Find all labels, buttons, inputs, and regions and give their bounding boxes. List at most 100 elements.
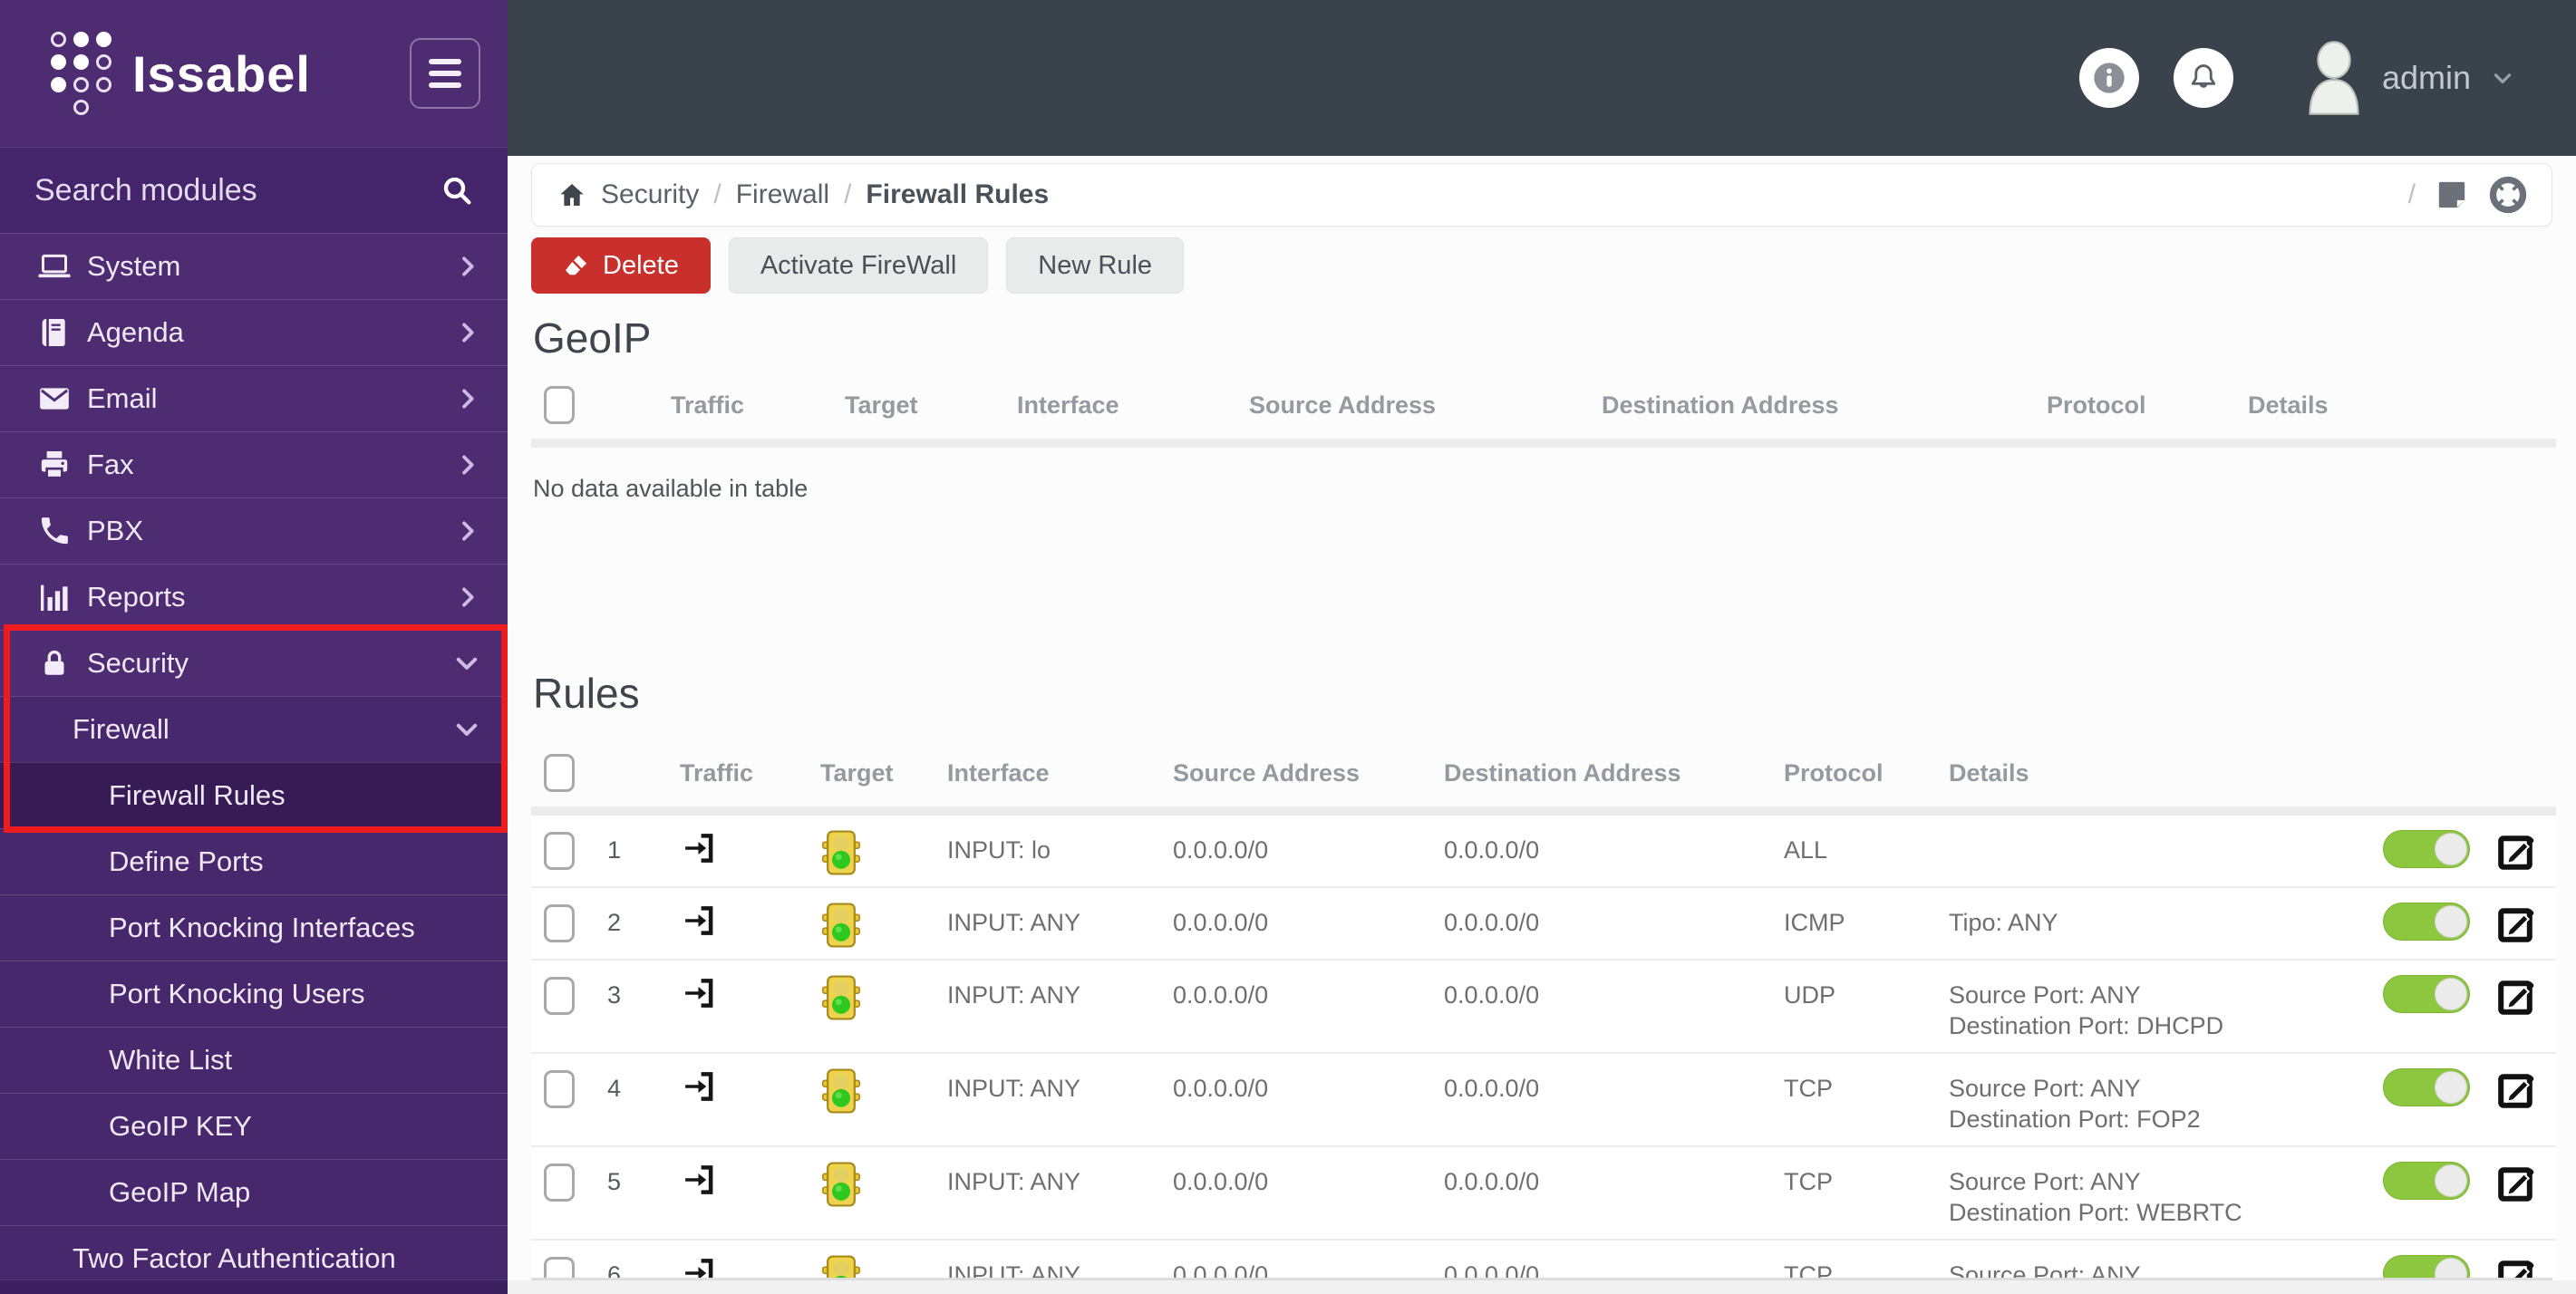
rules-table: Traffic Target Interface Source Address Dest… (531, 743, 2556, 1294)
edit-rule-button[interactable] (2494, 1162, 2538, 1205)
breadcrumb-security[interactable]: Security (601, 179, 699, 210)
rule-enabled-toggle[interactable] (2383, 1068, 2470, 1106)
issabel-logo-icon (51, 31, 112, 116)
sidebar-item-define-ports[interactable]: Define Ports (0, 828, 508, 894)
rule-details-line: Tipo: ANY (1949, 909, 2058, 936)
edit-rule-button[interactable] (2494, 903, 2538, 946)
breadcrumb-current: Firewall Rules (866, 179, 1050, 209)
breadcrumb-separator: / (844, 179, 852, 209)
sidebar-item-fax[interactable]: Fax (0, 431, 508, 497)
traffic-light-icon (820, 903, 947, 948)
sidebar-item-firewall-rules[interactable]: Firewall Rules (0, 762, 508, 828)
sidebar-header: Issabel (0, 0, 508, 147)
edit-rule-button[interactable] (2494, 1068, 2538, 1112)
rule-enabled-toggle[interactable] (2383, 903, 2470, 941)
sidebar-item-pbx[interactable]: PBX (0, 497, 508, 564)
rule-details-line: Destination Port: DHCPD (1949, 1012, 2224, 1039)
rule-source-address: 0.0.0.0/0 (1173, 1075, 1269, 1102)
row-checkbox[interactable] (544, 977, 575, 1015)
sidebar-next-item-partial (0, 1280, 508, 1294)
sidebar-item-security[interactable]: Security (0, 630, 508, 696)
sidebar-item-reports[interactable]: Reports (0, 564, 508, 630)
sidebar-item-geoip-key[interactable]: GeoIP KEY (0, 1093, 508, 1159)
sidebar-menu: System Agenda Email Fax PBX Reports Security Fi… (0, 233, 508, 1291)
sign-in-icon (680, 1067, 718, 1106)
rule-enabled-toggle[interactable] (2383, 830, 2470, 868)
sidebar-item-port-knocking-interfaces[interactable]: Port Knocking Interfaces (0, 894, 508, 961)
home-icon[interactable] (557, 180, 586, 209)
chevron-right-icon (453, 384, 482, 413)
chevron-right-icon (453, 583, 482, 612)
main-area: admin Security / Firewall / Firewall Rul… (508, 0, 2576, 1294)
notifications-button[interactable] (2173, 48, 2233, 108)
notes-icon[interactable] (2434, 177, 2470, 213)
traffic-light-icon (820, 1162, 947, 1207)
breadcrumb-firewall[interactable]: Firewall (736, 179, 829, 210)
breadcrumb-separator: / (713, 179, 721, 209)
rule-source-address: 0.0.0.0/0 (1173, 909, 1269, 936)
breadcrumb-separator: / (2407, 179, 2416, 209)
sidebar-item-firewall[interactable]: Firewall (0, 696, 508, 762)
sidebar-item-label: Email (87, 382, 158, 414)
sign-in-icon (680, 1160, 718, 1200)
rule-details-line: Destination Port: FOP2 (1949, 1106, 2201, 1133)
rule-enabled-toggle[interactable] (2383, 1162, 2470, 1200)
sidebar-item-geoip-map[interactable]: GeoIP Map (0, 1159, 508, 1225)
geoip-select-all-checkbox[interactable] (544, 386, 575, 424)
delete-button-label: Delete (603, 250, 679, 280)
column-header: Interface (947, 759, 1050, 787)
row-checkbox[interactable] (544, 1070, 575, 1108)
sign-in-icon (680, 973, 718, 1013)
rule-destination-address: 0.0.0.0/0 (1444, 981, 1540, 1009)
chevron-down-icon (2489, 64, 2516, 92)
rule-destination-address: 0.0.0.0/0 (1444, 1168, 1540, 1195)
sidebar-item-white-list[interactable]: White List (0, 1027, 508, 1093)
activate-firewall-button[interactable]: Activate FireWall (728, 237, 989, 294)
sidebar-item-label: Reports (87, 581, 186, 613)
column-header: Destination Address (1602, 391, 1839, 419)
rules-select-all-checkbox[interactable] (544, 754, 575, 792)
rules-section-title: Rules (533, 670, 640, 717)
rule-protocol: TCP (1784, 1168, 1833, 1195)
username-label: admin (2381, 59, 2471, 96)
sidebar-item-label: White List (109, 1044, 233, 1076)
info-button[interactable] (2078, 48, 2139, 108)
edit-rule-button[interactable] (2494, 975, 2538, 1019)
row-checkbox[interactable] (544, 904, 575, 942)
sidebar-item-agenda[interactable]: Agenda (0, 299, 508, 365)
rule-row: 1 INPUT: lo 0.0.0.0/0 0.0.0.0/0 ALL (531, 816, 2556, 886)
lock-icon (34, 646, 74, 681)
new-rule-button[interactable]: New Rule (1006, 237, 1185, 294)
rule-interface: INPUT: ANY (947, 1168, 1081, 1195)
rule-details (1949, 830, 2377, 835)
edit-rule-button[interactable] (2494, 830, 2538, 874)
sidebar-item-email[interactable]: Email (0, 365, 508, 431)
user-menu[interactable]: admin (2304, 38, 2516, 118)
sidebar-item-system[interactable]: System (0, 233, 508, 299)
chevron-right-icon (453, 252, 482, 281)
table-header-divider (531, 806, 2556, 816)
sidebar-item-port-knocking-users[interactable]: Port Knocking Users (0, 961, 508, 1027)
column-header: Interface (1017, 391, 1119, 419)
delete-button[interactable]: Delete (531, 237, 711, 294)
printer-icon (34, 447, 74, 483)
search-input[interactable]: Search modules (34, 173, 439, 208)
menu-toggle-button[interactable] (410, 38, 480, 109)
row-checkbox[interactable] (544, 832, 575, 870)
sidebar: Issabel Search modules System Agenda Email… (0, 0, 508, 1294)
column-header: Target (845, 391, 918, 419)
app-title: Issabel (132, 44, 311, 102)
rule-interface: INPUT: ANY (947, 981, 1081, 1009)
rule-interface: INPUT: ANY (947, 909, 1081, 936)
chevron-right-icon (453, 318, 482, 347)
column-header: Protocol (2047, 391, 2146, 419)
phone-icon (34, 514, 74, 548)
rule-enabled-toggle[interactable] (2383, 975, 2470, 1013)
help-lifering-icon[interactable] (2488, 175, 2528, 215)
search-modules[interactable]: Search modules (0, 147, 508, 233)
content: Security / Firewall / Firewall Rules / D… (508, 156, 2576, 1294)
row-checkbox[interactable] (544, 1164, 575, 1202)
rule-number: 5 (607, 1168, 622, 1195)
chevron-right-icon (453, 450, 482, 479)
rule-protocol: TCP (1784, 1075, 1833, 1102)
